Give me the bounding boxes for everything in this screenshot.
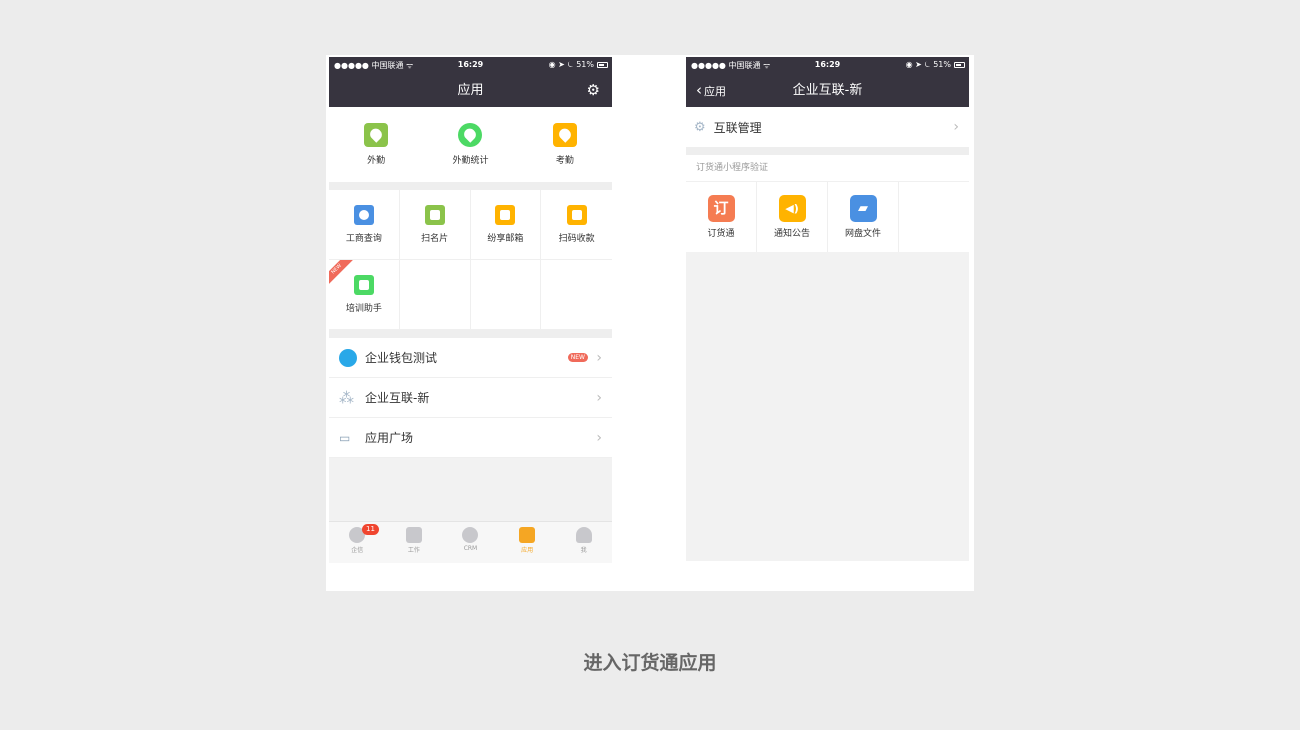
tab-apps[interactable]: 应用 [499,522,556,563]
status-bar: ●●●●● 中国联通 ᯤ 16:29 ◉ ➤ ⏾ 51% [329,57,612,74]
battery-icon [954,62,965,68]
chevron-right-icon: › [596,349,602,366]
app-label: 网盘文件 [844,229,881,239]
empty-cell [399,260,471,330]
setting-label: 互联管理 [713,120,762,135]
app-mailbox[interactable]: 纷享邮箱 [470,190,542,260]
training-icon [353,275,374,295]
back-label: 应用 [704,85,726,98]
app-label: 扫码收款 [558,234,595,244]
qr-pay-icon [566,205,587,225]
tab-label: 工作 [407,547,420,554]
nav-bar: ‹ 应用 企业互联-新 [686,74,969,107]
folder-icon: ▰ [849,195,877,222]
tab-bar: 企信 11 工作 CRM 应用 我 [329,521,612,563]
tab-label: 我 [580,547,587,554]
gear-icon: ⚙ [694,119,706,135]
section-divider [686,147,969,155]
unread-badge: 11 [362,524,379,535]
page-title: 企业互联-新 [792,83,863,98]
page-title: 应用 [457,83,484,98]
interconnect-management-row[interactable]: ⚙ 互联管理 › [686,107,969,147]
app-netdisk[interactable]: ▰ 网盘文件 [828,182,899,252]
list-item-interconnect[interactable]: ⁂ 企业互联-新 › [329,378,612,418]
section-divider [329,330,612,338]
app-label: 考勤 [555,156,574,166]
app-label: 工商查询 [345,234,382,244]
location-icon [364,123,389,147]
status-bar: ●●●●● 中国联通 ᯤ 16:29 ◉ ➤ ⏾ 51% [686,57,969,74]
app-dinghuotong[interactable]: 订 订货通 [686,182,757,252]
app-label: 通知公告 [773,229,810,239]
wallet-icon [339,348,357,367]
list-item-label: 企业钱包测试 [365,351,438,365]
app-label: 培训助手 [345,304,382,314]
mini-apps-row: 订 订货通 ◀) 通知公告 ▰ 网盘文件 [686,182,969,252]
app-waiqin-stats[interactable]: 外勤统计 [423,107,517,182]
gear-icon[interactable]: ⚙ [587,74,600,107]
screenshot-card: ●●●●● 中国联通 ᯤ 16:29 ◉ ➤ ⏾ 51% 应用 ⚙ 外勤 外勤统… [326,55,974,591]
tab-label: 企信 [351,547,364,554]
scan-card-icon [424,205,445,225]
tab-crm[interactable]: CRM [442,522,499,563]
back-button[interactable]: ‹ 应用 [696,74,726,108]
app-attendance[interactable]: 考勤 [518,107,612,182]
order-app-icon: 订 [707,195,735,222]
chevron-right-icon: › [596,429,602,446]
app-notices[interactable]: ◀) 通知公告 [757,182,828,252]
app-waiqin[interactable]: 外勤 [329,107,423,182]
tab-work[interactable]: 工作 [386,522,443,563]
phone-interconnect-screen: ●●●●● 中国联通 ᯤ 16:29 ◉ ➤ ⏾ 51% ‹ 应用 企业互联-新 … [686,57,969,561]
list-item-label: 应用广场 [365,431,414,445]
new-ribbon: NEW [329,260,355,287]
chevron-left-icon: ‹ [696,81,702,99]
status-right: ◉ ➤ ⏾ 51% [548,60,594,69]
clock-icon [462,527,479,543]
section-title: 订货通小程序验证 [686,155,969,182]
app-label: 扫名片 [421,234,449,244]
caption: 进入订货通应用 [583,652,717,674]
new-badge: NEW [567,353,588,362]
app-training[interactable]: NEW 培训助手 [329,260,400,330]
app-scan-card[interactable]: 扫名片 [399,190,471,260]
app-label: 外勤统计 [452,156,489,166]
empty-cell [470,260,542,330]
battery-icon [597,62,608,68]
tab-me[interactable]: 我 [555,522,612,563]
location-stats-icon [458,123,483,147]
app-label: 外勤 [367,156,386,166]
chevron-right-icon: › [596,389,602,406]
app-list: 企业钱包测试 NEW › ⁂ 企业互联-新 › ▭ 应用广场 › [329,338,612,458]
phone-apps-screen: ●●●●● 中国联通 ᯤ 16:29 ◉ ➤ ⏾ 51% 应用 ⚙ 外勤 外勤统… [329,57,612,563]
tab-messages[interactable]: 企信 11 [329,522,386,563]
speaker-icon: ◀) [778,195,806,222]
edit-icon [405,527,422,543]
top-apps-row: 外勤 外勤统计 考勤 [329,107,612,182]
mail-icon [495,205,516,225]
empty-cell [541,260,612,330]
app-label: 订货通 [707,229,735,239]
section-divider [329,182,612,190]
app-business-query[interactable]: 工商查询 [329,190,400,260]
network-icon: ⁂ [339,388,354,407]
search-icon [353,205,374,225]
apps-grid: 工商查询 扫名片 纷享邮箱 扫码收款 NEW 培训助手 [329,190,612,330]
person-icon [575,527,592,543]
list-item-label: 企业互联-新 [365,391,430,405]
chevron-right-icon: › [953,119,959,135]
list-item-app-store[interactable]: ▭ 应用广场 › [329,418,612,458]
tab-label: CRM [463,545,478,552]
cube-icon [519,527,536,543]
app-label: 纷享邮箱 [487,234,524,244]
status-right: ◉ ➤ ⏾ 51% [905,60,951,69]
list-item-wallet[interactable]: 企业钱包测试 NEW › [329,338,612,378]
store-icon: ▭ [339,430,351,445]
app-scan-pay[interactable]: 扫码收款 [541,190,612,260]
tab-label: 应用 [521,547,534,554]
nav-bar: 应用 ⚙ [329,74,612,107]
attendance-icon [552,123,577,147]
